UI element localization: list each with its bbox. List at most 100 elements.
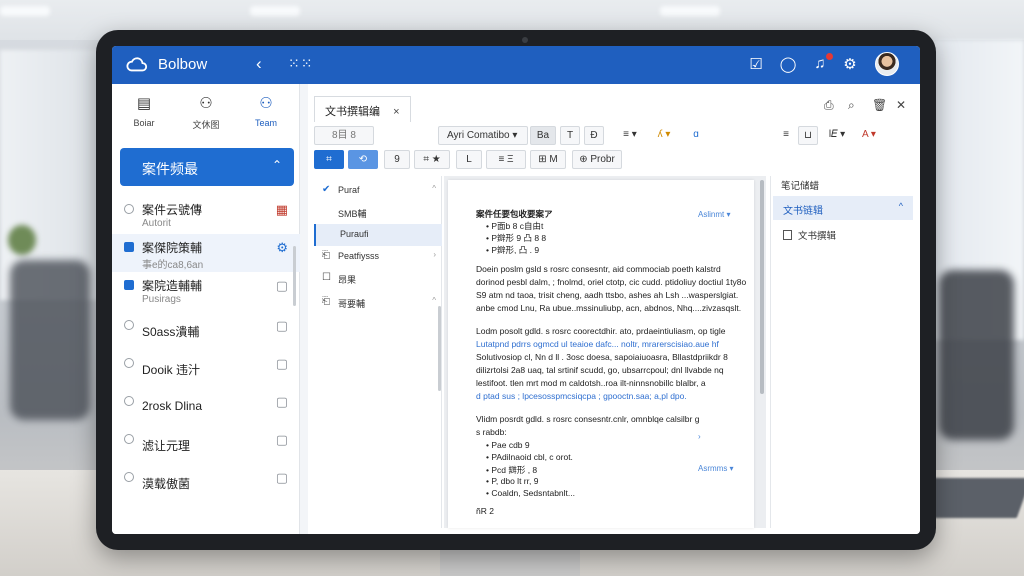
comment-icon[interactable]: ▢ — [276, 278, 288, 294]
table-button[interactable]: ⊞ M — [530, 150, 566, 169]
cloud-logo-icon — [126, 57, 148, 72]
strike-button[interactable]: Ð — [584, 126, 604, 145]
case-list-item[interactable]: S0ass潰輔 ▢ — [112, 312, 300, 350]
tablet-screen: Bolbow ‹ ⁙⁙ ☑ ◯ ♫ ⚙ ▤ Boiar ⚇ 文休图 ⚇ Team — [112, 46, 920, 534]
grid-button[interactable]: ⌗ — [314, 150, 344, 169]
case-list-item[interactable]: 滤让元理 ▢ — [112, 426, 300, 464]
comment-icon[interactable]: ▢ — [276, 356, 288, 372]
comment-icon[interactable]: ▢ — [276, 470, 288, 486]
sidebar-tab-team[interactable]: ⚇ Team — [238, 94, 294, 128]
case-checkbox[interactable] — [124, 280, 134, 290]
refresh-button[interactable]: ⟲ — [348, 150, 378, 169]
sidebar-tab-label: Boiar — [133, 118, 155, 128]
sidebar-tab-profile[interactable]: ⚇ 文休图 — [178, 94, 234, 131]
case-checkbox[interactable] — [124, 204, 134, 214]
chevron-up-icon[interactable]: ^ — [432, 296, 436, 305]
page-number: ñR 2 — [476, 506, 494, 516]
line-button[interactable]: L — [456, 150, 482, 169]
avatar[interactable] — [875, 52, 899, 76]
align-dropdown[interactable]: ≡ ▾ — [614, 126, 646, 145]
list-item-text: P面b 8 c自由t — [491, 221, 544, 231]
close-window-icon[interactable]: ✕ — [896, 98, 906, 112]
print-icon[interactable]: ⎙ — [824, 98, 834, 113]
secondary-toolbar: ⌗ ⟲ 9 ⌗ ★ L ≡ Ξ ⊞ M ⊕ Probr — [314, 150, 914, 172]
gear-icon[interactable]: ⚙ — [276, 240, 288, 256]
style-dropdown[interactable]: 8目 8 — [314, 126, 374, 145]
close-icon[interactable]: × — [393, 106, 399, 118]
notes-item[interactable]: 文书撰辑 — [783, 228, 836, 242]
search-icon[interactable]: ⌕ — [848, 98, 855, 113]
notes-panel: 笔记储蜡 文书链辑 ^ 文书撰辑 — [770, 176, 916, 528]
text-button[interactable]: T — [560, 126, 580, 145]
preview-button[interactable]: ⊕ Probr — [572, 150, 622, 169]
calendar-check-icon[interactable]: ☑ — [746, 55, 766, 73]
case-list-item[interactable]: 2rosk Dlina ▢ — [112, 388, 300, 426]
list-item-text: P, dbo lt rr, 9 — [491, 476, 539, 486]
case-list-item[interactable]: 案院造輔輔 Pusirags ▢ — [112, 272, 300, 310]
outline-item[interactable]: ✔ Puraf ^ — [314, 180, 442, 202]
bold-button[interactable]: Ba — [530, 126, 556, 145]
document-link[interactable]: Asrmms ▾ — [698, 464, 734, 473]
list-item: • P面b 8 c自由t — [486, 221, 544, 231]
case-checkbox[interactable] — [124, 434, 134, 444]
document-tab-title: 文书撰辑编 — [325, 106, 380, 118]
case-checkbox[interactable] — [124, 242, 134, 252]
chevron-right-icon[interactable]: › — [433, 250, 436, 259]
case-checkbox[interactable] — [124, 396, 134, 406]
outline-item[interactable]: SMB輔 — [314, 202, 442, 224]
case-title: S0ass潰輔 — [142, 325, 200, 339]
chevron-up-icon[interactable]: ⌃ — [272, 158, 282, 172]
comment-icon[interactable]: ▢ — [276, 318, 288, 334]
chevron-up-icon[interactable]: ^ — [432, 184, 436, 193]
outline-item[interactable]: ☐ 昂果 — [314, 268, 442, 290]
case-title: 案件云號傳 — [142, 203, 203, 217]
align-button[interactable]: ≡ Ξ — [486, 150, 526, 169]
outline-item[interactable]: ⎗ Peatfiysss › — [314, 246, 442, 268]
outline-item[interactable]: Puraufi — [314, 224, 442, 246]
highlight-dropdown[interactable]: ʎ ▾ — [648, 126, 680, 145]
copy-icon: ⎗ — [322, 250, 330, 261]
chevron-up-icon[interactable]: ^ — [899, 201, 903, 211]
case-list-header[interactable]: 案件频最 ⌃ — [120, 148, 294, 186]
case-list-item[interactable]: 漠载傲菌 ▢ — [112, 464, 300, 502]
sidebar-tab-boiar[interactable]: ▤ Boiar — [116, 94, 172, 128]
font-color-dropdown[interactable]: A ▾ — [854, 126, 884, 145]
document-heading: 案件任要包收要案ア — [476, 209, 553, 219]
list-button[interactable]: ⊔ — [798, 126, 818, 145]
document-page[interactable]: 案件任要包收要案ア Aslinmt ▾ • P面b 8 c自由t • P辧形 9… — [448, 180, 754, 528]
chat-icon[interactable]: ◯ — [778, 55, 798, 73]
outline-item[interactable]: ⎗ 哥要輔 ^ — [314, 292, 442, 314]
delete-icon[interactable]: 🗑 — [872, 98, 887, 112]
back-arrow-icon[interactable]: ‹ — [256, 54, 262, 74]
app-title: Bolbow — [158, 56, 208, 73]
case-list-item[interactable]: 案傑院策輔 事e的ca8,6an ⚙ — [112, 234, 300, 272]
sidebar-scrollbar[interactable] — [293, 246, 296, 306]
camera-icon — [522, 37, 528, 43]
number-button[interactable]: 9 — [384, 150, 410, 169]
calendar-icon[interactable]: ▦ — [276, 202, 288, 218]
chevron-right-icon[interactable]: › — [698, 432, 701, 441]
paragraph-dropdown[interactable]: l𝐸 ▾ — [822, 126, 852, 145]
outline-scrollbar[interactable] — [438, 306, 441, 391]
document-link[interactable]: Aslinmt ▾ — [698, 210, 730, 219]
background-chair — [939, 270, 1014, 440]
gear-icon[interactable]: ⚙ — [840, 55, 860, 73]
apps-grid-icon[interactable]: ⁙⁙ — [288, 55, 313, 72]
document-tab[interactable]: 文书撰辑编 × — [314, 96, 411, 122]
case-checkbox[interactable] — [124, 472, 134, 482]
comment-icon[interactable]: ▢ — [276, 432, 288, 448]
font-dropdown[interactable]: Ayri Comatibo ▾ — [438, 126, 528, 145]
symbol-button[interactable]: ⌗ ★ — [414, 150, 450, 169]
indent-button[interactable]: ≡ — [776, 126, 796, 145]
case-title: Dooik 违汁 — [142, 363, 201, 377]
comment-icon[interactable]: ▢ — [276, 394, 288, 410]
case-checkbox[interactable] — [124, 358, 134, 368]
link-button[interactable]: ɑ — [686, 126, 706, 145]
case-checkbox[interactable] — [124, 320, 134, 330]
case-list-item[interactable]: 案件云號傳 Autorit ▦ — [112, 196, 300, 234]
outline-label: Puraf — [338, 185, 360, 195]
case-sidebar: ▤ Boiar ⚇ 文休图 ⚇ Team 案件频最 ⌃ 案件云號傳 Autori… — [112, 84, 300, 534]
notes-section-header[interactable]: 文书链辑 ^ — [773, 196, 913, 220]
document-scrollbar[interactable] — [760, 180, 764, 394]
case-list-item[interactable]: Dooik 违汁 ▢ — [112, 350, 300, 388]
